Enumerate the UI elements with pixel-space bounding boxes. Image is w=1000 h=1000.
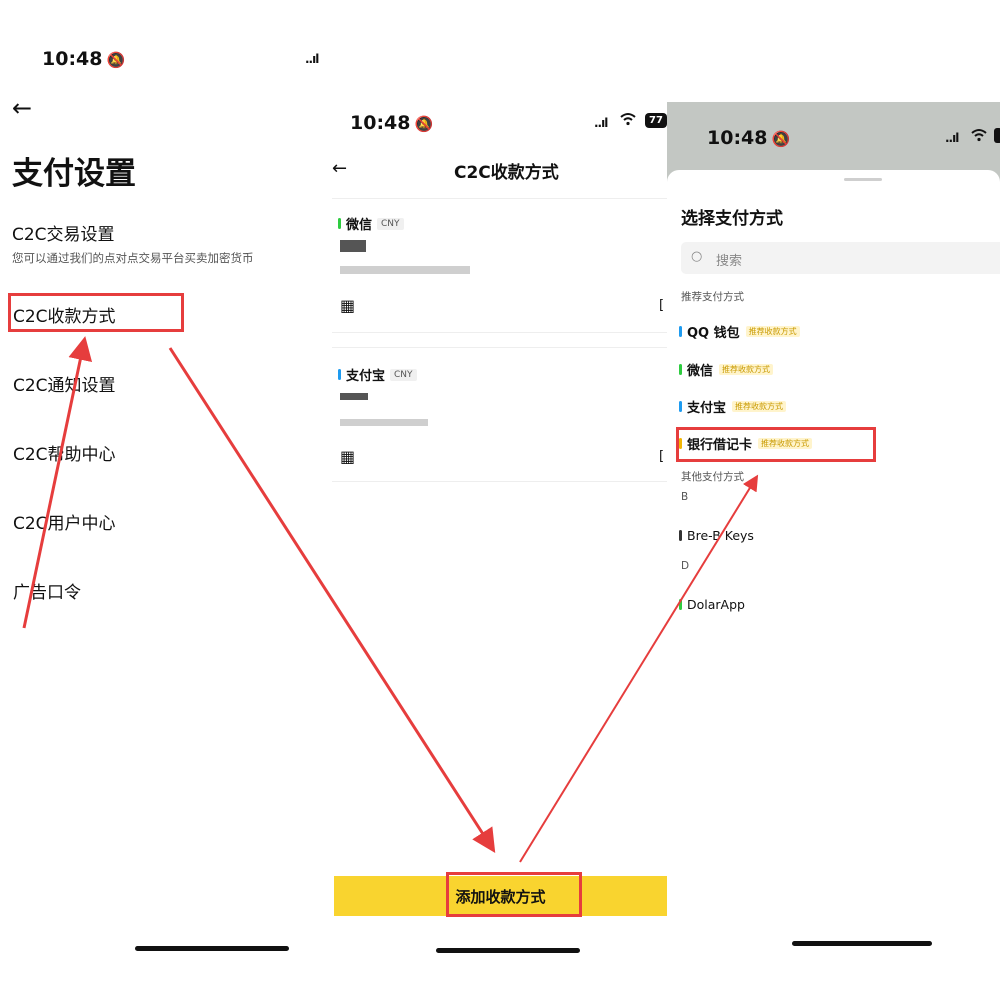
arrow-to-bank-card [519,474,759,863]
annotation-arrows [22,336,759,863]
arrow-to-add-button [168,347,496,854]
arrow-to-payment-methods [22,336,93,629]
